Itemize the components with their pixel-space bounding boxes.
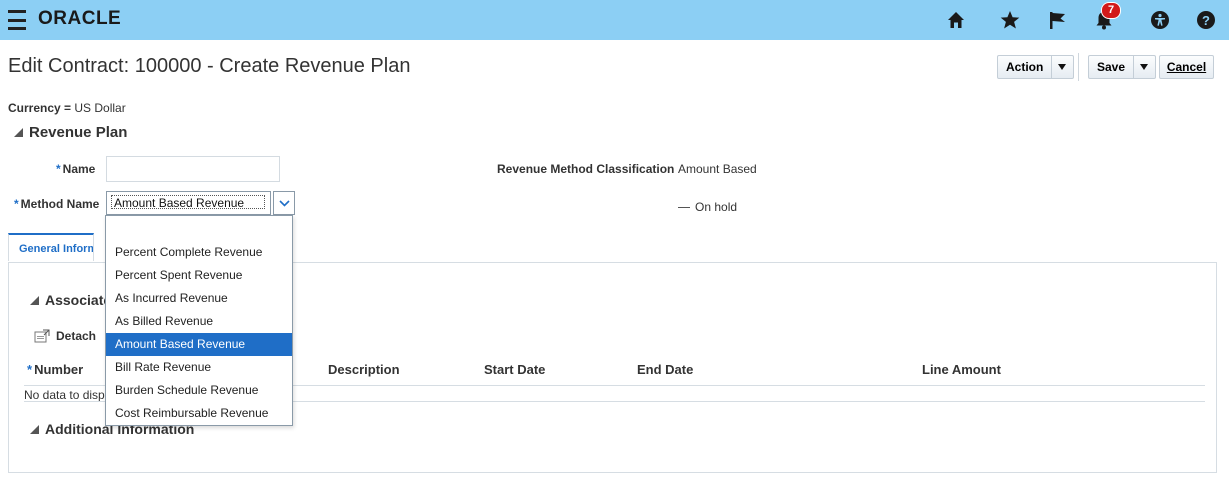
column-header-description[interactable]: Description [328,362,400,377]
collapse-triangle-icon[interactable] [30,425,39,434]
method-name-label-container: * Method Name [14,197,99,211]
tab-general-information[interactable]: General Informa [8,233,94,261]
star-icon[interactable] [997,7,1023,33]
oracle-logo: ORACLE [38,8,122,29]
column-header-start-date[interactable]: Start Date [484,362,545,377]
detach-button[interactable]: Detach [34,329,96,343]
revenue-method-classification-value: Amount Based [678,162,757,176]
dropdown-option[interactable]: Percent Complete Revenue [106,241,292,264]
dropdown-option[interactable]: Burden Schedule Revenue [106,379,292,402]
column-header-end-date[interactable]: End Date [637,362,693,377]
collapse-triangle-icon[interactable] [30,296,39,305]
column-header-line-amount[interactable]: Line Amount [922,362,1001,377]
name-input[interactable] [106,156,280,182]
collapse-triangle-icon[interactable] [14,128,23,137]
toolbar-separator [1078,53,1079,81]
dropdown-option[interactable]: As Incurred Revenue [106,287,292,310]
accessibility-icon[interactable] [1147,7,1173,33]
section-title: Revenue Plan [29,124,128,141]
detach-icon [34,329,50,343]
required-asterisk: * [56,162,61,176]
save-button[interactable]: Save [1088,55,1156,79]
notification-count-badge[interactable]: 7 [1101,2,1121,19]
save-dropdown-icon[interactable] [1133,56,1154,78]
dropdown-option[interactable]: Cost Reimbursable Revenue [106,402,292,425]
home-icon[interactable] [943,7,969,33]
menu-icon[interactable] [8,10,26,30]
method-name-value: Amount Based Revenue [111,195,265,210]
required-asterisk: * [14,197,19,211]
name-label-container: * Name [56,162,95,176]
svg-text:?: ? [1202,13,1210,28]
detach-label: Detach [56,329,97,343]
currency-value: US Dollar [74,101,126,115]
dropdown-option[interactable]: As Billed Revenue [106,310,292,333]
dropdown-option[interactable]: Bill Rate Revenue [106,356,292,379]
revenue-method-classification-label: Revenue Method Classification [497,162,675,176]
no-data-message: No data to displ [24,388,108,402]
cancel-button[interactable]: Cancel [1159,55,1214,79]
help-icon[interactable]: ? [1193,7,1219,33]
method-dropdown-button[interactable] [273,191,295,215]
currency-label: Currency = [8,101,72,115]
action-button[interactable]: Action [997,55,1074,79]
required-asterisk: * [27,362,33,377]
method-name-dropdown-list[interactable]: Percent Complete Revenue Percent Spent R… [105,215,293,426]
page-title: Edit Contract: 100000 - Create Revenue P… [8,55,411,77]
dash-icon [678,207,690,209]
name-label: Name [62,162,96,176]
dropdown-option-selected[interactable]: Amount Based Revenue [106,333,292,356]
flag-icon[interactable] [1045,7,1071,33]
method-name-label: Method Name [20,197,100,211]
on-hold-label: On hold [695,200,738,214]
currency-display: Currency = US Dollar [8,101,126,115]
column-number-label: Number [34,362,84,377]
associated-title: Associate [45,292,112,308]
action-button-label: Action [1006,60,1044,74]
save-button-label: Save [1097,60,1126,74]
dropdown-option[interactable]: Percent Spent Revenue [106,264,292,287]
action-dropdown-icon[interactable] [1051,56,1072,78]
method-name-select[interactable]: Amount Based Revenue [106,191,271,215]
on-hold-field: On hold [678,200,737,214]
column-header-number[interactable]: * Number [27,362,83,377]
associated-section-header[interactable]: Associate [30,292,111,308]
revenue-plan-section-header[interactable]: Revenue Plan [14,124,127,141]
chevron-down-icon [278,199,290,207]
cancel-button-label: Cancel [1166,60,1207,74]
